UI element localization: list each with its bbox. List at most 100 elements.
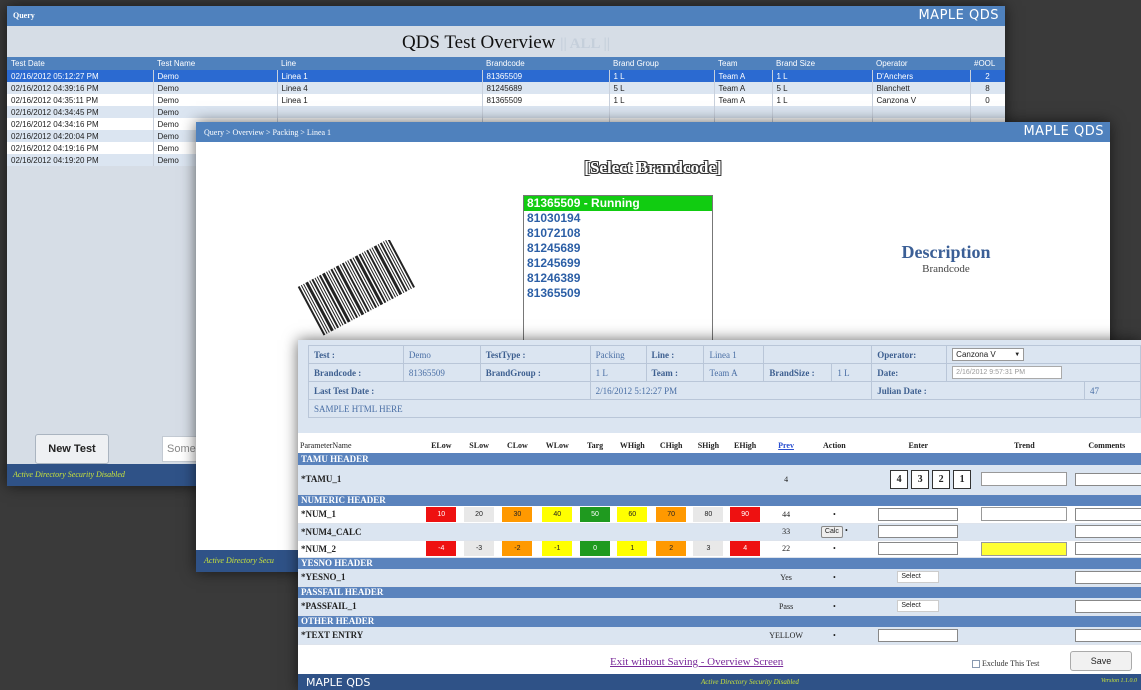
empty-cell (651, 627, 691, 645)
brandgroup-value: 1 L (589, 363, 647, 382)
table-row[interactable]: 02/16/2012 04:35:11 PM Demo Linea 1 8136550… (7, 94, 1005, 106)
cell-ool: 2 (970, 70, 1005, 82)
limit-cell: 3 (690, 540, 727, 558)
column-header[interactable]: #OOL (970, 57, 1005, 70)
value-input[interactable] (878, 628, 959, 642)
cell-group: 5 L (609, 82, 715, 94)
table-row[interactable]: 02/16/2012 05:12:27 PM Demo Linea 1 8136550… (7, 70, 1005, 82)
empty-cell (726, 627, 765, 645)
cell-date: 02/16/2012 04:35:11 PM (7, 94, 154, 106)
brand-logo: MAPLE QDS (918, 8, 999, 23)
brandcode-value: 81365509 (402, 363, 481, 382)
cell-team: Team A (714, 94, 773, 106)
barcode-bar (303, 283, 330, 333)
filter-all[interactable]: || ALL || (560, 36, 610, 52)
limit-cell: 80 (690, 506, 727, 524)
cell-size: 5 L (772, 82, 873, 94)
column-header[interactable]: Operator (872, 57, 970, 70)
empty-cell (976, 598, 1073, 616)
column-header[interactable]: Test Date (7, 57, 153, 70)
comment-input[interactable] (1074, 542, 1141, 555)
exclude-test-option[interactable]: Exclude This Test (972, 659, 1039, 669)
calc-button[interactable]: Calc (820, 525, 843, 538)
column-header[interactable]: Brand Size (772, 57, 872, 70)
tamu-option[interactable]: 2 (932, 469, 951, 489)
value-input[interactable] (878, 525, 959, 538)
param-column-header[interactable]: Prev (764, 437, 809, 453)
trend-sparkline (981, 472, 1068, 487)
line-label: Line : (645, 345, 705, 364)
brandcode-list[interactable]: 81365509 - Running 81030194 81072108 812456… (523, 195, 713, 345)
tamu-option[interactable]: 3 (911, 469, 930, 489)
cell-line: Linea 4 (277, 82, 483, 94)
comment-input[interactable] (1074, 472, 1141, 486)
date-field[interactable]: 2/16/2012 9:57:31 PM (952, 366, 1063, 379)
brandcode-item[interactable]: 81246389 (524, 271, 712, 286)
column-header[interactable]: Line (277, 57, 482, 70)
select-titlebar: Query > Overview > Packing > Linea 1 MAP… (196, 122, 1110, 142)
empty-cell (612, 523, 652, 541)
empty-cell (976, 569, 1073, 587)
section-header-label: YESNO HEADER (298, 557, 1141, 569)
enter-cell (860, 540, 977, 558)
section-header: NUMERIC HEADER (298, 494, 1141, 506)
empty-cell (577, 569, 613, 587)
action-bullet: • (808, 627, 861, 645)
param-column-header: Enter (860, 437, 977, 453)
new-test-button[interactable]: New Test (35, 434, 109, 464)
brandcode-item[interactable]: 81365509 (524, 286, 712, 301)
empty-cell (421, 627, 461, 645)
limit-value: 3 (693, 541, 724, 556)
parameter-name: *NUM_2 (298, 540, 422, 558)
table-row[interactable]: 02/16/2012 04:34:45 PM Demo (7, 106, 1005, 118)
tamu-option[interactable]: 1 (953, 469, 972, 489)
empty-cell (651, 465, 691, 495)
brandcode-item[interactable]: 81072108 (524, 226, 712, 241)
param-column-header: WLow (537, 437, 578, 453)
comment-input[interactable] (1074, 525, 1141, 538)
brandcode-item[interactable]: 81365509 - Running (524, 196, 712, 211)
select-dropdown[interactable]: Select (897, 571, 940, 584)
empty-cell (460, 627, 498, 645)
limit-value: -3 (464, 541, 495, 556)
overview-heading: QDS Test Overview (401, 32, 556, 53)
operator-select[interactable]: Canzona V (952, 348, 1025, 361)
empty-cell (537, 598, 578, 616)
empty-cell (651, 598, 691, 616)
query-title[interactable]: Query (13, 11, 35, 20)
column-header[interactable]: Test Name (153, 57, 277, 70)
empty-cell (651, 523, 691, 541)
column-header[interactable]: Brand Group (609, 57, 714, 70)
brandcode-item[interactable]: 81245699 (524, 256, 712, 271)
exclude-checkbox[interactable] (972, 660, 980, 669)
table-row[interactable]: 02/16/2012 04:39:16 PM Demo Linea 4 8124568… (7, 82, 1005, 94)
comment-input[interactable] (1074, 628, 1141, 642)
exit-without-saving-link[interactable]: Exit without Saving - Overview Screen (610, 656, 783, 668)
barcode-bar (300, 284, 328, 334)
description-panel: Description Brandcode (886, 242, 1006, 275)
limit-cell: 20 (460, 506, 498, 524)
brandcode-item[interactable]: 81245689 (524, 241, 712, 256)
breadcrumb[interactable]: Query > Overview > Packing > Linea 1 (204, 128, 331, 137)
limit-cell: 60 (612, 506, 652, 524)
value-input[interactable] (878, 542, 959, 555)
limit-cell: -3 (460, 540, 498, 558)
empty-cell (612, 465, 652, 495)
tamu-option[interactable]: 4 (890, 469, 909, 489)
test-value: Demo (402, 345, 481, 364)
description-title: Description (901, 242, 991, 262)
select-dropdown[interactable]: Select (897, 600, 940, 613)
save-button[interactable]: Save (1070, 651, 1132, 671)
comment-input[interactable] (1074, 599, 1141, 613)
limit-cell: -1 (537, 540, 578, 558)
empty-cell (497, 523, 538, 541)
column-header[interactable]: Team (714, 57, 772, 70)
value-input[interactable] (878, 507, 959, 521)
comment-input[interactable] (1074, 570, 1141, 584)
limit-cell: 30 (497, 506, 538, 524)
column-header[interactable]: Brandcode (482, 57, 609, 70)
comment-input[interactable] (1074, 507, 1141, 521)
brandcode-item[interactable]: 81030194 (524, 211, 712, 226)
testtype-value: Packing (589, 345, 647, 364)
cell-line (277, 106, 483, 118)
